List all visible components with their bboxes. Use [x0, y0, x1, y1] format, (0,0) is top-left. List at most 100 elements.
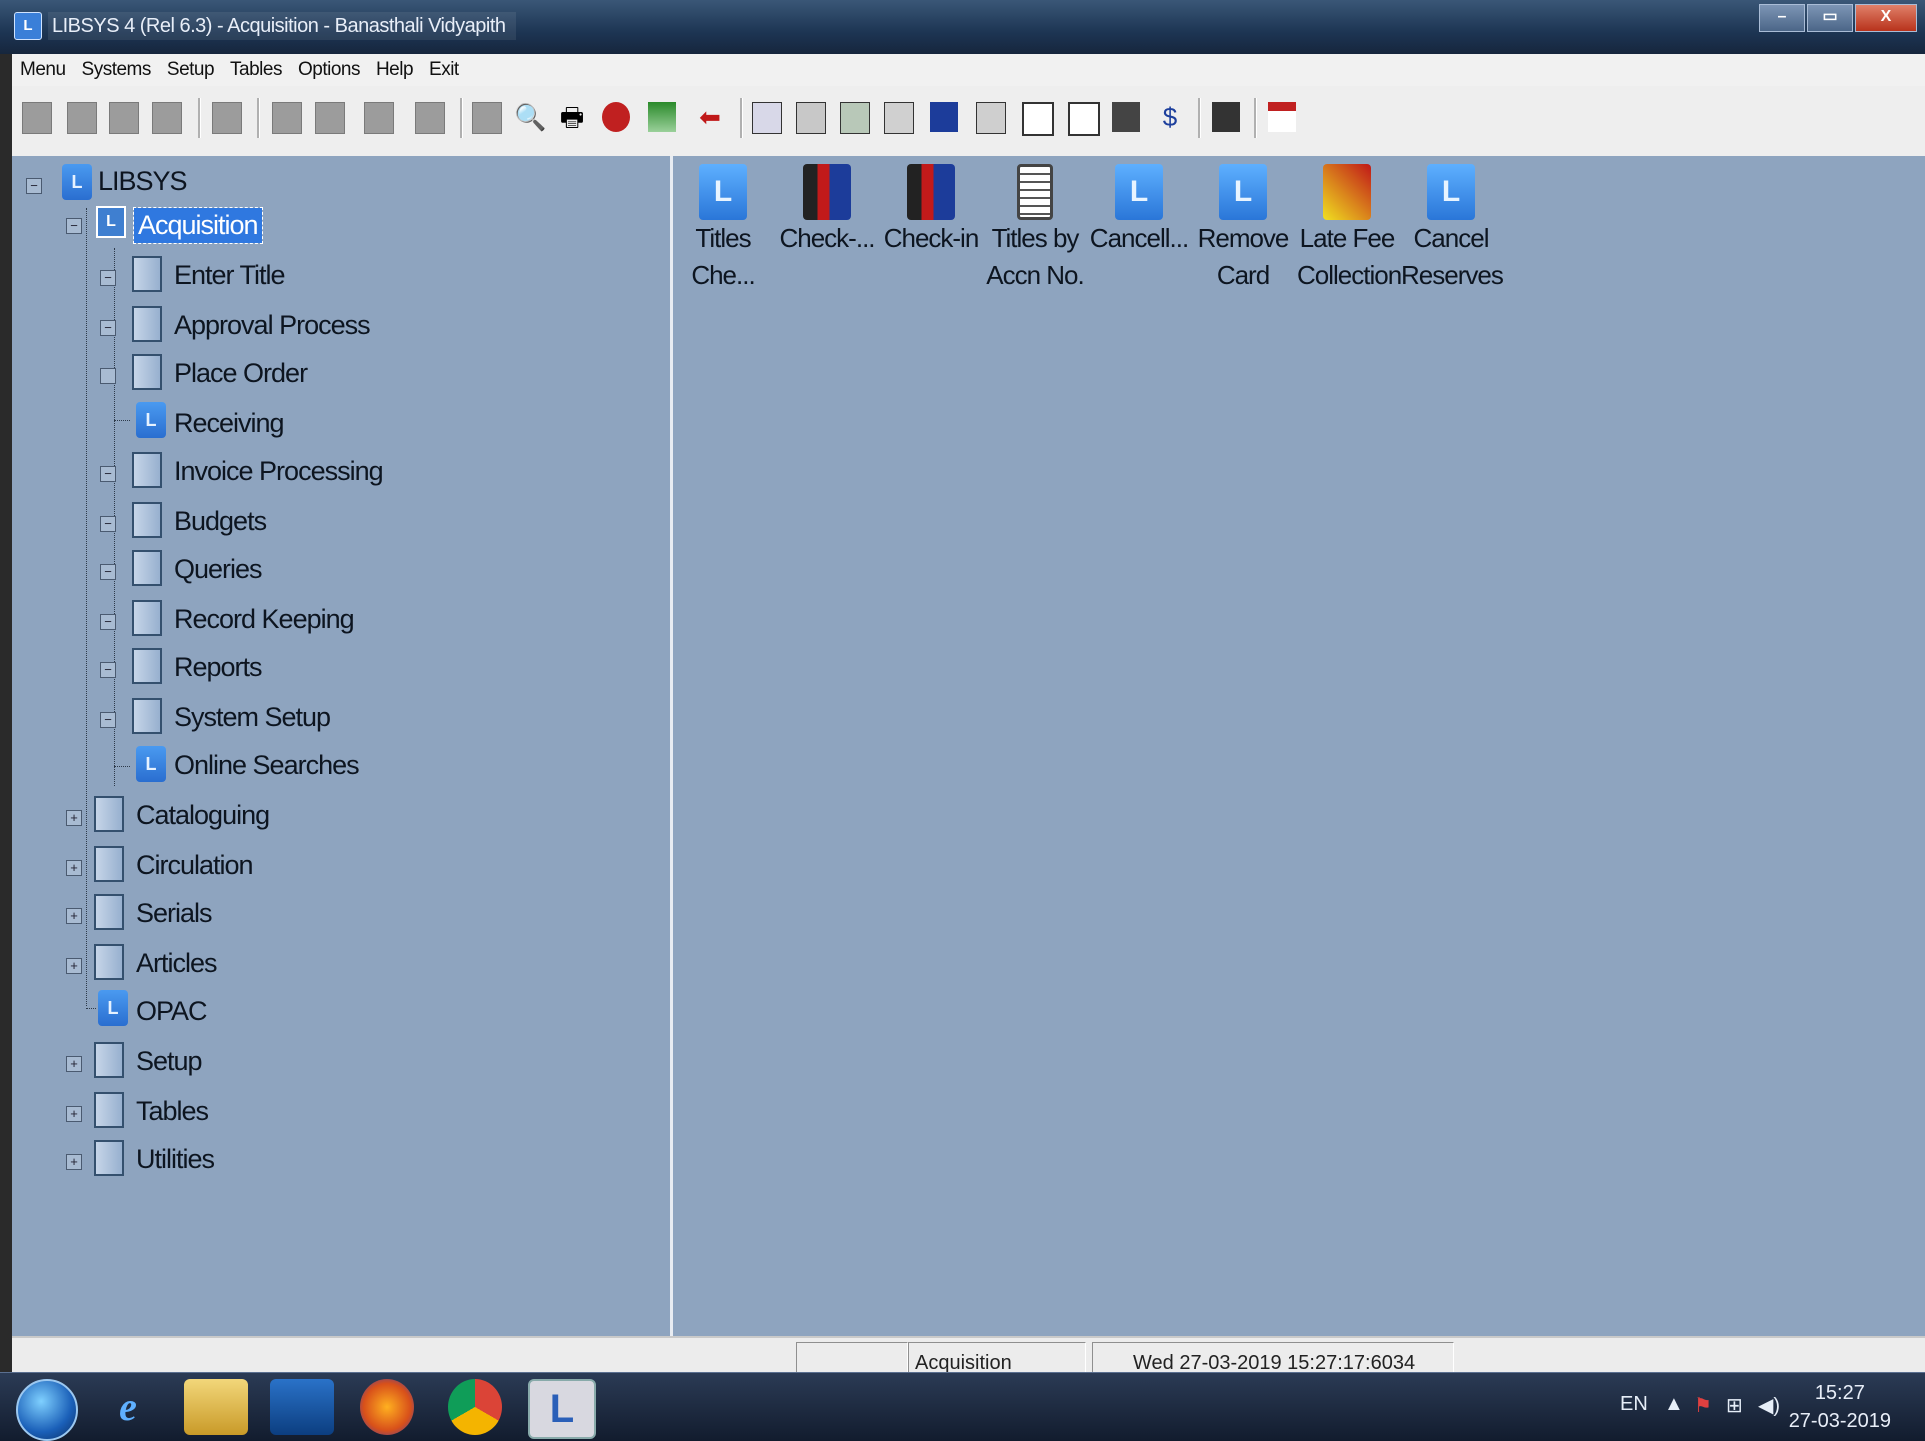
toolbar-copy-icon[interactable] — [415, 102, 445, 134]
network-icon[interactable] — [976, 102, 1006, 134]
firefox-icon[interactable] — [360, 1379, 414, 1435]
libsys-taskbar-icon[interactable]: L — [528, 1379, 596, 1439]
toolbar-close-icon[interactable] — [152, 102, 182, 134]
note-icon[interactable] — [1068, 102, 1100, 136]
reports-expander[interactable]: − — [100, 662, 116, 678]
enter-title-expander[interactable]: − — [100, 270, 116, 286]
internet-explorer-icon[interactable]: e — [96, 1379, 160, 1435]
close-button[interactable]: X — [1855, 4, 1917, 32]
tree-item-online-searches[interactable]: Online Searches — [174, 750, 360, 781]
tree-item-record-keeping[interactable]: Record Keeping — [174, 604, 355, 635]
setup-expander[interactable]: + — [66, 1056, 82, 1072]
toolbar-form-icon[interactable] — [315, 102, 345, 134]
calendar-icon[interactable] — [1268, 102, 1296, 132]
minimize-button[interactable]: – — [1759, 4, 1805, 32]
toolbar-stop-icon[interactable] — [472, 102, 502, 134]
utilities-expander[interactable]: + — [66, 1154, 82, 1170]
menu-tables[interactable]: Tables — [222, 59, 290, 81]
language-indicator[interactable]: EN — [1620, 1393, 1648, 1416]
calendar-list-icon[interactable] — [930, 102, 958, 132]
tree-item-setup[interactable]: Setup — [136, 1046, 203, 1077]
tree-item-place-order[interactable]: Place Order — [174, 358, 308, 389]
acquisition-collapse-toggle[interactable]: − — [66, 218, 82, 234]
toolbar-new-icon[interactable] — [22, 102, 52, 134]
tray-expand-icon[interactable]: ▲ — [1664, 1393, 1684, 1416]
shortcut-check-in[interactable]: Check-in — [881, 164, 981, 257]
tree-item-opac[interactable]: OPAC — [136, 996, 208, 1027]
shortcut-cancel-reserves[interactable]: L Cancel Reserves — [1401, 164, 1504, 294]
circulation-expander[interactable]: + — [66, 860, 82, 876]
tables-expander[interactable]: + — [66, 1106, 82, 1122]
place-order-expander[interactable] — [100, 368, 116, 384]
shortcut-label: Accn No. — [986, 260, 1085, 290]
notes-icon[interactable] — [1212, 102, 1240, 132]
help-icon[interactable] — [602, 102, 630, 132]
tree-item-reports[interactable]: Reports — [174, 652, 263, 683]
flag-icon[interactable]: ⚑ — [1694, 1393, 1712, 1418]
shortcut-cancellation[interactable]: L Cancell... — [1089, 164, 1189, 257]
menu-options[interactable]: Options — [290, 59, 368, 81]
tree-item-queries[interactable]: Queries — [174, 554, 263, 585]
tools-icon[interactable] — [884, 102, 914, 134]
budgets-expander[interactable]: − — [100, 516, 116, 532]
tree-item-budgets[interactable]: Budgets — [174, 506, 267, 537]
record-keeping-expander[interactable]: − — [100, 614, 116, 630]
menu-help[interactable]: Help — [368, 59, 421, 81]
catalogue-icon[interactable] — [840, 102, 870, 134]
root-collapse-toggle[interactable]: − — [26, 178, 42, 194]
invoice-processing-expander[interactable]: − — [100, 466, 116, 482]
shortcut-titles-by-accn[interactable]: Titles by Accn No. — [985, 164, 1085, 294]
file-explorer-icon[interactable] — [184, 1379, 248, 1435]
tree-item-serials[interactable]: Serials — [136, 898, 213, 929]
books-icon[interactable] — [1112, 102, 1140, 132]
tree-item-cataloguing[interactable]: Cataloguing — [136, 800, 270, 831]
start-button[interactable] — [16, 1379, 78, 1441]
tree-item-receiving[interactable]: Receiving — [174, 408, 285, 439]
menu-exit[interactable]: Exit — [421, 59, 467, 81]
approval-process-expander[interactable]: − — [100, 320, 116, 336]
tree-item-invoice-processing[interactable]: Invoice Processing — [174, 456, 384, 487]
records-icon[interactable] — [796, 102, 826, 134]
volume-icon[interactable]: ◀) — [1758, 1393, 1780, 1418]
chrome-icon[interactable] — [448, 1379, 502, 1435]
toolbar-list-icon[interactable] — [364, 102, 394, 134]
menu-menu[interactable]: Menu — [12, 59, 74, 81]
shortcut-check-out[interactable]: Check-... — [777, 164, 877, 257]
tree-item-tables[interactable]: Tables — [136, 1096, 209, 1127]
dollar-icon[interactable]: $ — [1156, 102, 1184, 132]
tree-item-system-setup[interactable]: System Setup — [174, 702, 331, 733]
maximize-button[interactable]: ▭ — [1807, 4, 1853, 32]
tree-item-articles[interactable]: Articles — [136, 948, 218, 979]
print-icon[interactable]: 🖶 — [558, 102, 586, 132]
folder-icon — [94, 1140, 124, 1176]
toolbar-open-icon[interactable] — [67, 102, 97, 134]
system-clock[interactable]: 15:27 27-03-2019 — [1789, 1379, 1891, 1435]
toolbar-delete-icon[interactable] — [212, 102, 242, 134]
chart-icon[interactable] — [648, 102, 676, 132]
cataloguing-expander[interactable]: + — [66, 810, 82, 826]
media-player-icon[interactable] — [270, 1379, 334, 1435]
menu-setup[interactable]: Setup — [159, 59, 222, 81]
shortcut-titles-check[interactable]: L Titles Che... — [673, 164, 773, 294]
queries-expander[interactable]: − — [100, 564, 116, 580]
toolbar-edit-icon[interactable] — [272, 102, 302, 134]
report-icon[interactable] — [1022, 102, 1054, 136]
menu-systems[interactable]: Systems — [74, 59, 159, 81]
serials-expander[interactable]: + — [66, 908, 82, 924]
tree-item-approval-process[interactable]: Approval Process — [174, 310, 371, 341]
articles-expander[interactable]: + — [66, 958, 82, 974]
tree-item-enter-title[interactable]: Enter Title — [174, 260, 286, 291]
window-icon[interactable] — [752, 102, 782, 134]
system-setup-expander[interactable]: − — [100, 712, 116, 728]
tree-item-circulation[interactable]: Circulation — [136, 850, 254, 881]
libsys-icon: L — [1115, 164, 1163, 220]
search-icon[interactable]: 🔍 — [514, 102, 546, 132]
tree-item-acquisition[interactable]: Acquisition — [133, 207, 263, 244]
tree-item-utilities[interactable]: Utilities — [136, 1144, 215, 1175]
tree-root-label[interactable]: LIBSYS — [98, 166, 188, 197]
shortcut-late-fee-collection[interactable]: Late Fee Collection — [1297, 164, 1402, 294]
back-arrow-icon[interactable]: ⬅ — [696, 102, 724, 132]
toolbar-save-icon[interactable] — [109, 102, 139, 134]
network-icon[interactable]: ⊞ — [1726, 1393, 1743, 1418]
shortcut-remove-card[interactable]: L Remove Card — [1193, 164, 1293, 294]
